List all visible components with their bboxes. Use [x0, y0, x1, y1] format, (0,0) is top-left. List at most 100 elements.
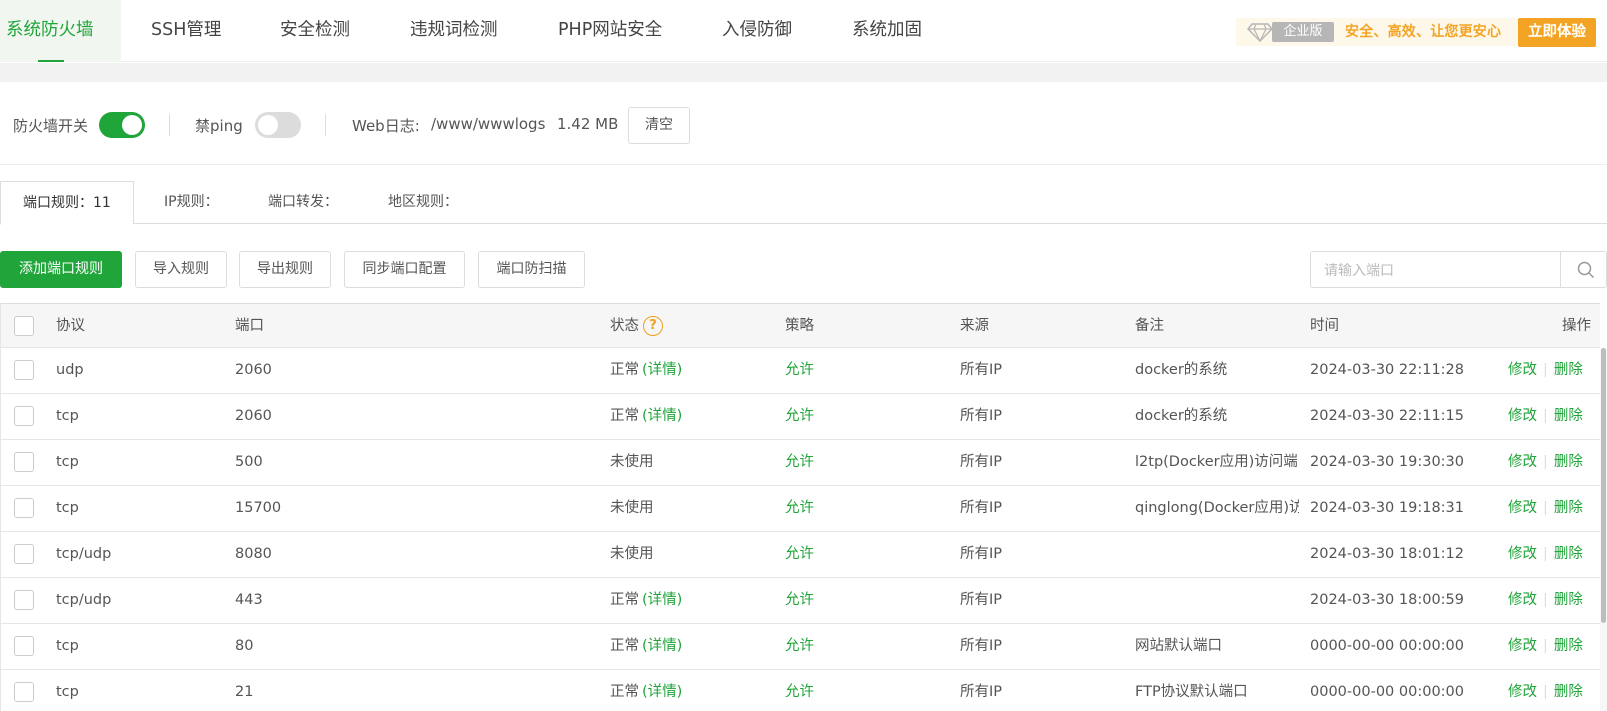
source-cell: 所有IP: [960, 408, 1003, 424]
sync-port-config-button[interactable]: 同步端口配置: [344, 251, 465, 288]
tab-ssh[interactable]: SSH管理: [151, 0, 221, 62]
port-cell: 2060: [235, 362, 272, 378]
tab-intrusion-defense[interactable]: 入侵防御: [722, 0, 792, 62]
tab-region-rules[interactable]: 地区规则：: [388, 181, 458, 224]
clear-log-button[interactable]: 清空: [628, 107, 690, 144]
ops-cell: 修改 | 删除: [1508, 348, 1583, 393]
port-cell: 8080: [235, 546, 272, 562]
edit-link[interactable]: 修改: [1508, 362, 1537, 378]
note-cell: FTP协议默认端口: [1135, 684, 1248, 700]
tab-security-check[interactable]: 安全检测: [280, 0, 350, 62]
row-checkbox[interactable]: [14, 544, 34, 564]
ops-separator: |: [1543, 408, 1548, 424]
port-scan-protect-button[interactable]: 端口防扫描: [478, 251, 585, 288]
policy-cell: 允许: [785, 638, 814, 654]
edit-link[interactable]: 修改: [1508, 454, 1537, 470]
row-checkbox[interactable]: [14, 590, 34, 610]
port-search-input[interactable]: [1311, 252, 1560, 287]
note-cell: docker的系统: [1135, 408, 1228, 424]
delete-link[interactable]: 删除: [1554, 546, 1583, 562]
import-rules-button[interactable]: 导入规则: [135, 251, 227, 288]
port-cell: 80: [235, 638, 254, 654]
time-cell: 2024-03-30 22:11:28: [1310, 362, 1464, 378]
weblog-path-link[interactable]: /www/wwwlogs: [431, 115, 545, 133]
table-row: tcp 80 正常 (详情) 允许 所有IP 网站默认端口 0000-00-00 …: [1, 624, 1600, 670]
row-checkbox[interactable]: [14, 406, 34, 426]
delete-link[interactable]: 删除: [1554, 638, 1583, 654]
edit-link[interactable]: 修改: [1508, 638, 1537, 654]
row-checkbox[interactable]: [14, 636, 34, 656]
table-row: tcp 21 正常 (详情) 允许 所有IP FTP协议默认端口 0000-00-…: [1, 670, 1600, 711]
row-checkbox[interactable]: [14, 452, 34, 472]
ping-toggle[interactable]: [255, 112, 301, 138]
delete-link[interactable]: 删除: [1554, 592, 1583, 608]
status-text: 正常: [610, 638, 639, 654]
status-detail-link[interactable]: (详情): [642, 408, 682, 424]
table-header: 协议 端口 状态? 策略 来源 备注 时间 操作: [1, 304, 1600, 348]
policy-cell: 允许: [785, 362, 814, 378]
edit-link[interactable]: 修改: [1508, 408, 1537, 424]
row-checkbox[interactable]: [14, 682, 34, 702]
tab-port-rules[interactable]: 端口规则：11: [0, 181, 134, 225]
policy-cell: 允许: [785, 408, 814, 424]
edit-link[interactable]: 修改: [1508, 500, 1537, 516]
export-rules-button[interactable]: 导出规则: [239, 251, 331, 288]
policy-cell: 允许: [785, 546, 814, 562]
status-detail-link[interactable]: (详情): [642, 362, 682, 378]
delete-link[interactable]: 删除: [1554, 454, 1583, 470]
try-now-button[interactable]: 立即体验: [1518, 18, 1596, 47]
add-port-rule-button[interactable]: 添加端口规则: [0, 251, 122, 288]
col-source: 来源: [960, 318, 989, 334]
status-detail-link[interactable]: (详情): [642, 684, 682, 700]
top-nav: 系统防火墙 SSH管理 安全检测 违规词检测 PHP网站安全 入侵防御 系统加固…: [0, 0, 1607, 62]
status-cell: 未使用: [610, 440, 657, 485]
note-cell: l2tp(Docker应用)访问端: [1135, 454, 1298, 470]
status-cell: 未使用: [610, 486, 657, 531]
status-detail-link[interactable]: (详情): [642, 592, 682, 608]
status-text: 未使用: [610, 454, 654, 470]
delete-link[interactable]: 删除: [1554, 408, 1583, 424]
col-status: 状态?: [610, 304, 663, 347]
row-checkbox[interactable]: [14, 360, 34, 380]
edit-link[interactable]: 修改: [1508, 684, 1537, 700]
firewall-toggle[interactable]: [99, 112, 145, 138]
status-cell: 正常 (详情): [610, 670, 682, 711]
note-cell: [1135, 578, 1299, 623]
help-icon[interactable]: ?: [643, 316, 663, 336]
edit-link[interactable]: 修改: [1508, 546, 1537, 562]
edit-link[interactable]: 修改: [1508, 592, 1537, 608]
delete-link[interactable]: 删除: [1554, 684, 1583, 700]
policy-cell: 允许: [785, 454, 814, 470]
delete-link[interactable]: 删除: [1554, 362, 1583, 378]
ops-cell: 修改 | 删除: [1508, 486, 1583, 531]
diamond-icon: [1247, 23, 1273, 42]
time-cell: 2024-03-30 19:18:31: [1310, 500, 1464, 516]
tab-word-check[interactable]: 违规词检测: [410, 0, 498, 62]
status-text: 正常: [610, 362, 639, 378]
delete-link[interactable]: 删除: [1554, 500, 1583, 516]
source-cell: 所有IP: [960, 592, 1003, 608]
note-cell: 网站默认端口: [1135, 638, 1222, 654]
tab-port-forward[interactable]: 端口转发：: [268, 181, 338, 224]
ops-separator: |: [1543, 684, 1548, 700]
enterprise-promo: 企业版 安全、高效、让您更安心: [1236, 18, 1526, 46]
table-row: tcp 2060 正常 (详情) 允许 所有IP docker的系统 2024-0…: [1, 394, 1600, 440]
row-checkbox[interactable]: [14, 498, 34, 518]
time-cell: 2024-03-30 18:01:12: [1310, 546, 1464, 562]
search-icon[interactable]: [1577, 261, 1595, 279]
tab-php-security[interactable]: PHP网站安全: [558, 0, 662, 62]
scrollbar-thumb[interactable]: [1601, 348, 1606, 623]
tab-ip-rules[interactable]: IP规则：: [164, 181, 219, 224]
tab-system-firewall[interactable]: 系统防火墙: [0, 0, 121, 62]
table-row: tcp/udp 8080 未使用 允许 所有IP 2024-03-30 18:0…: [1, 532, 1600, 578]
scrollbar[interactable]: [1600, 348, 1607, 711]
tab-label: 系统防火墙: [6, 20, 94, 40]
source-cell: 所有IP: [960, 500, 1003, 516]
promo-slogan: 安全、高效、让您更安心: [1345, 24, 1502, 40]
tab-system-hardening[interactable]: 系统加固: [852, 0, 922, 62]
port-cell: 2060: [235, 408, 272, 424]
status-detail-link[interactable]: (详情): [642, 638, 682, 654]
col-note: 备注: [1135, 318, 1164, 334]
select-all-checkbox[interactable]: [14, 316, 34, 336]
source-cell: 所有IP: [960, 638, 1003, 654]
